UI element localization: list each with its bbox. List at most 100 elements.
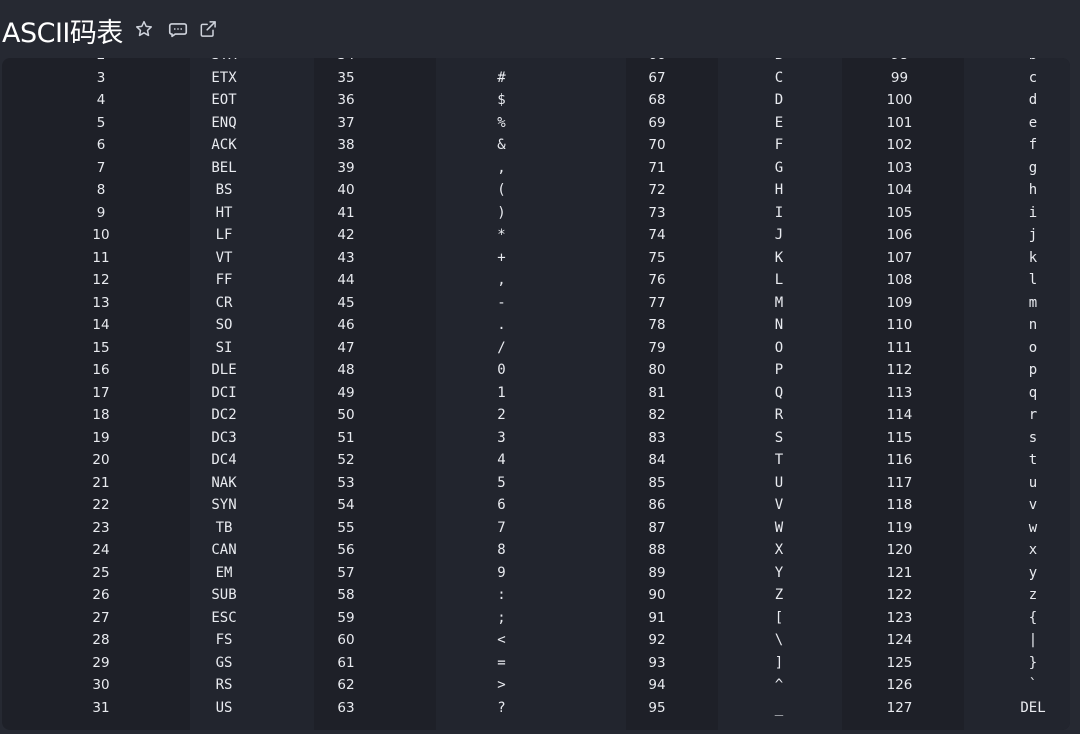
char-cell: LF (215, 227, 233, 244)
decimal-cell: 8 (96, 182, 106, 199)
char-cell: US (215, 699, 233, 716)
char-cell: DC3 (211, 429, 237, 446)
decimal-cell: 84 (648, 452, 666, 469)
decimal-cell: 122 (886, 587, 913, 604)
decimal-cell: 115 (886, 429, 913, 446)
table-row: 20 DC4 52 4 84 T 116 t (2, 449, 1070, 472)
char-cell: . (497, 317, 506, 334)
char-cell: r (1028, 407, 1038, 424)
decimal-cell: 75 (648, 249, 666, 266)
table-row: 15 SI 47 / 79 O 111 o (2, 337, 1070, 360)
char-cell: J (774, 227, 784, 244)
decimal-cell: 9 (96, 204, 106, 221)
decimal-cell: 70 (648, 137, 666, 154)
table-row: 16 DLE 48 0 80 P 112 p (2, 359, 1070, 382)
char-cell: R (774, 407, 784, 424)
char-cell: ACK (211, 137, 237, 154)
decimal-cell: 101 (886, 114, 913, 131)
char-cell: 7 (497, 519, 506, 536)
char-cell: _ (774, 699, 784, 716)
table-row: 28 FS 60 <92 \ 124 | (2, 629, 1070, 652)
decimal-cell: 126 (886, 677, 913, 694)
comment-icon[interactable] (167, 18, 189, 40)
char-cell: u (1028, 474, 1038, 491)
char-cell: ) (497, 204, 506, 221)
table-row: 6 ACK 38 & 70 F 102 f (2, 134, 1070, 157)
decimal-cell: 120 (886, 542, 913, 559)
decimal-cell: 24 (92, 542, 110, 559)
char-cell: I (774, 204, 784, 221)
char-cell: ; (497, 609, 506, 626)
char-cell: o (1028, 339, 1038, 356)
char-cell: V (774, 497, 784, 514)
table-row: 7 BEL 39, 71 G 103 g (2, 157, 1070, 180)
char-cell: 4 (497, 452, 506, 469)
char-cell: K (774, 249, 784, 266)
char-cell: j (1028, 227, 1038, 244)
char-cell: b (996, 58, 1070, 67)
decimal-cell: 55 (337, 519, 355, 536)
char-cell: e (1028, 114, 1038, 131)
decimal-cell: 108 (886, 272, 913, 289)
decimal-cell: 63 (337, 699, 355, 716)
ascii-table: 2STX34"66B98b3ETX35#67C99c4EOT36$68D100d… (2, 58, 1070, 719)
char-cell: Q (774, 384, 784, 401)
char-cell: ( (497, 182, 506, 199)
decimal-cell: 58 (337, 587, 355, 604)
decimal-cell: 48 (337, 362, 355, 379)
star-icon[interactable] (133, 18, 155, 40)
char-cell: VT (215, 249, 233, 266)
decimal-cell: 94 (648, 677, 666, 694)
table-row: 13 CR 45 - 77 M 109 m (2, 292, 1070, 315)
char-cell: DLE (211, 362, 237, 379)
char-cell: 6 (497, 497, 506, 514)
decimal-cell: 37 (337, 114, 355, 131)
table-row: 11 VT 43 +75 K 107 k (2, 247, 1070, 270)
decimal-cell: 66 (559, 58, 755, 67)
decimal-cell: 83 (648, 429, 666, 446)
page-header: ASCII码表 (0, 0, 1080, 58)
char-cell: FF (215, 272, 233, 289)
char-cell: L (774, 272, 784, 289)
decimal-cell: 6 (96, 137, 106, 154)
char-cell: n (1028, 317, 1038, 334)
ascii-table-panel[interactable]: 2STX34"66B98b3ETX35#67C99c4EOT36$68D100d… (2, 58, 1070, 730)
decimal-cell: 98 (803, 58, 996, 67)
decimal-cell: 117 (886, 474, 913, 491)
char-cell: EM (215, 564, 233, 581)
decimal-cell: 113 (886, 384, 913, 401)
decimal-cell: 116 (886, 452, 913, 469)
decimal-cell: 107 (886, 249, 913, 266)
decimal-cell: 111 (886, 339, 913, 356)
char-cell: 2 (497, 407, 506, 424)
table-row: 5 ENQ 37% 69 E 101 e (2, 112, 1070, 135)
decimal-cell: 69 (648, 114, 666, 131)
decimal-cell: 49 (337, 384, 355, 401)
decimal-cell: 4 (96, 92, 106, 109)
char-cell: t (1028, 452, 1038, 469)
char-cell: DCI (211, 384, 237, 401)
char-cell: F (774, 137, 784, 154)
decimal-cell: 34 (248, 58, 444, 67)
char-cell: W (774, 519, 784, 536)
char-cell: SI (215, 339, 233, 356)
char-cell: ] (774, 654, 784, 671)
decimal-cell: 118 (886, 497, 913, 514)
char-cell: GS (215, 654, 233, 671)
external-link-icon[interactable] (197, 18, 219, 40)
char-cell: , (497, 272, 506, 289)
char-cell: # (497, 69, 506, 86)
char-cell: - (497, 294, 506, 311)
char-cell: 0 (497, 362, 506, 379)
char-cell: BS (215, 182, 233, 199)
decimal-cell: 99 (890, 69, 909, 86)
decimal-cell: 112 (886, 362, 913, 379)
decimal-cell: 7 (96, 159, 106, 176)
char-cell: d (1028, 92, 1038, 109)
decimal-cell: 14 (92, 317, 110, 334)
char-cell: + (497, 249, 506, 266)
decimal-cell: 102 (886, 137, 913, 154)
char-cell: | (1028, 632, 1038, 649)
char-cell: } (1028, 654, 1038, 671)
char-cell: STX (200, 58, 248, 67)
